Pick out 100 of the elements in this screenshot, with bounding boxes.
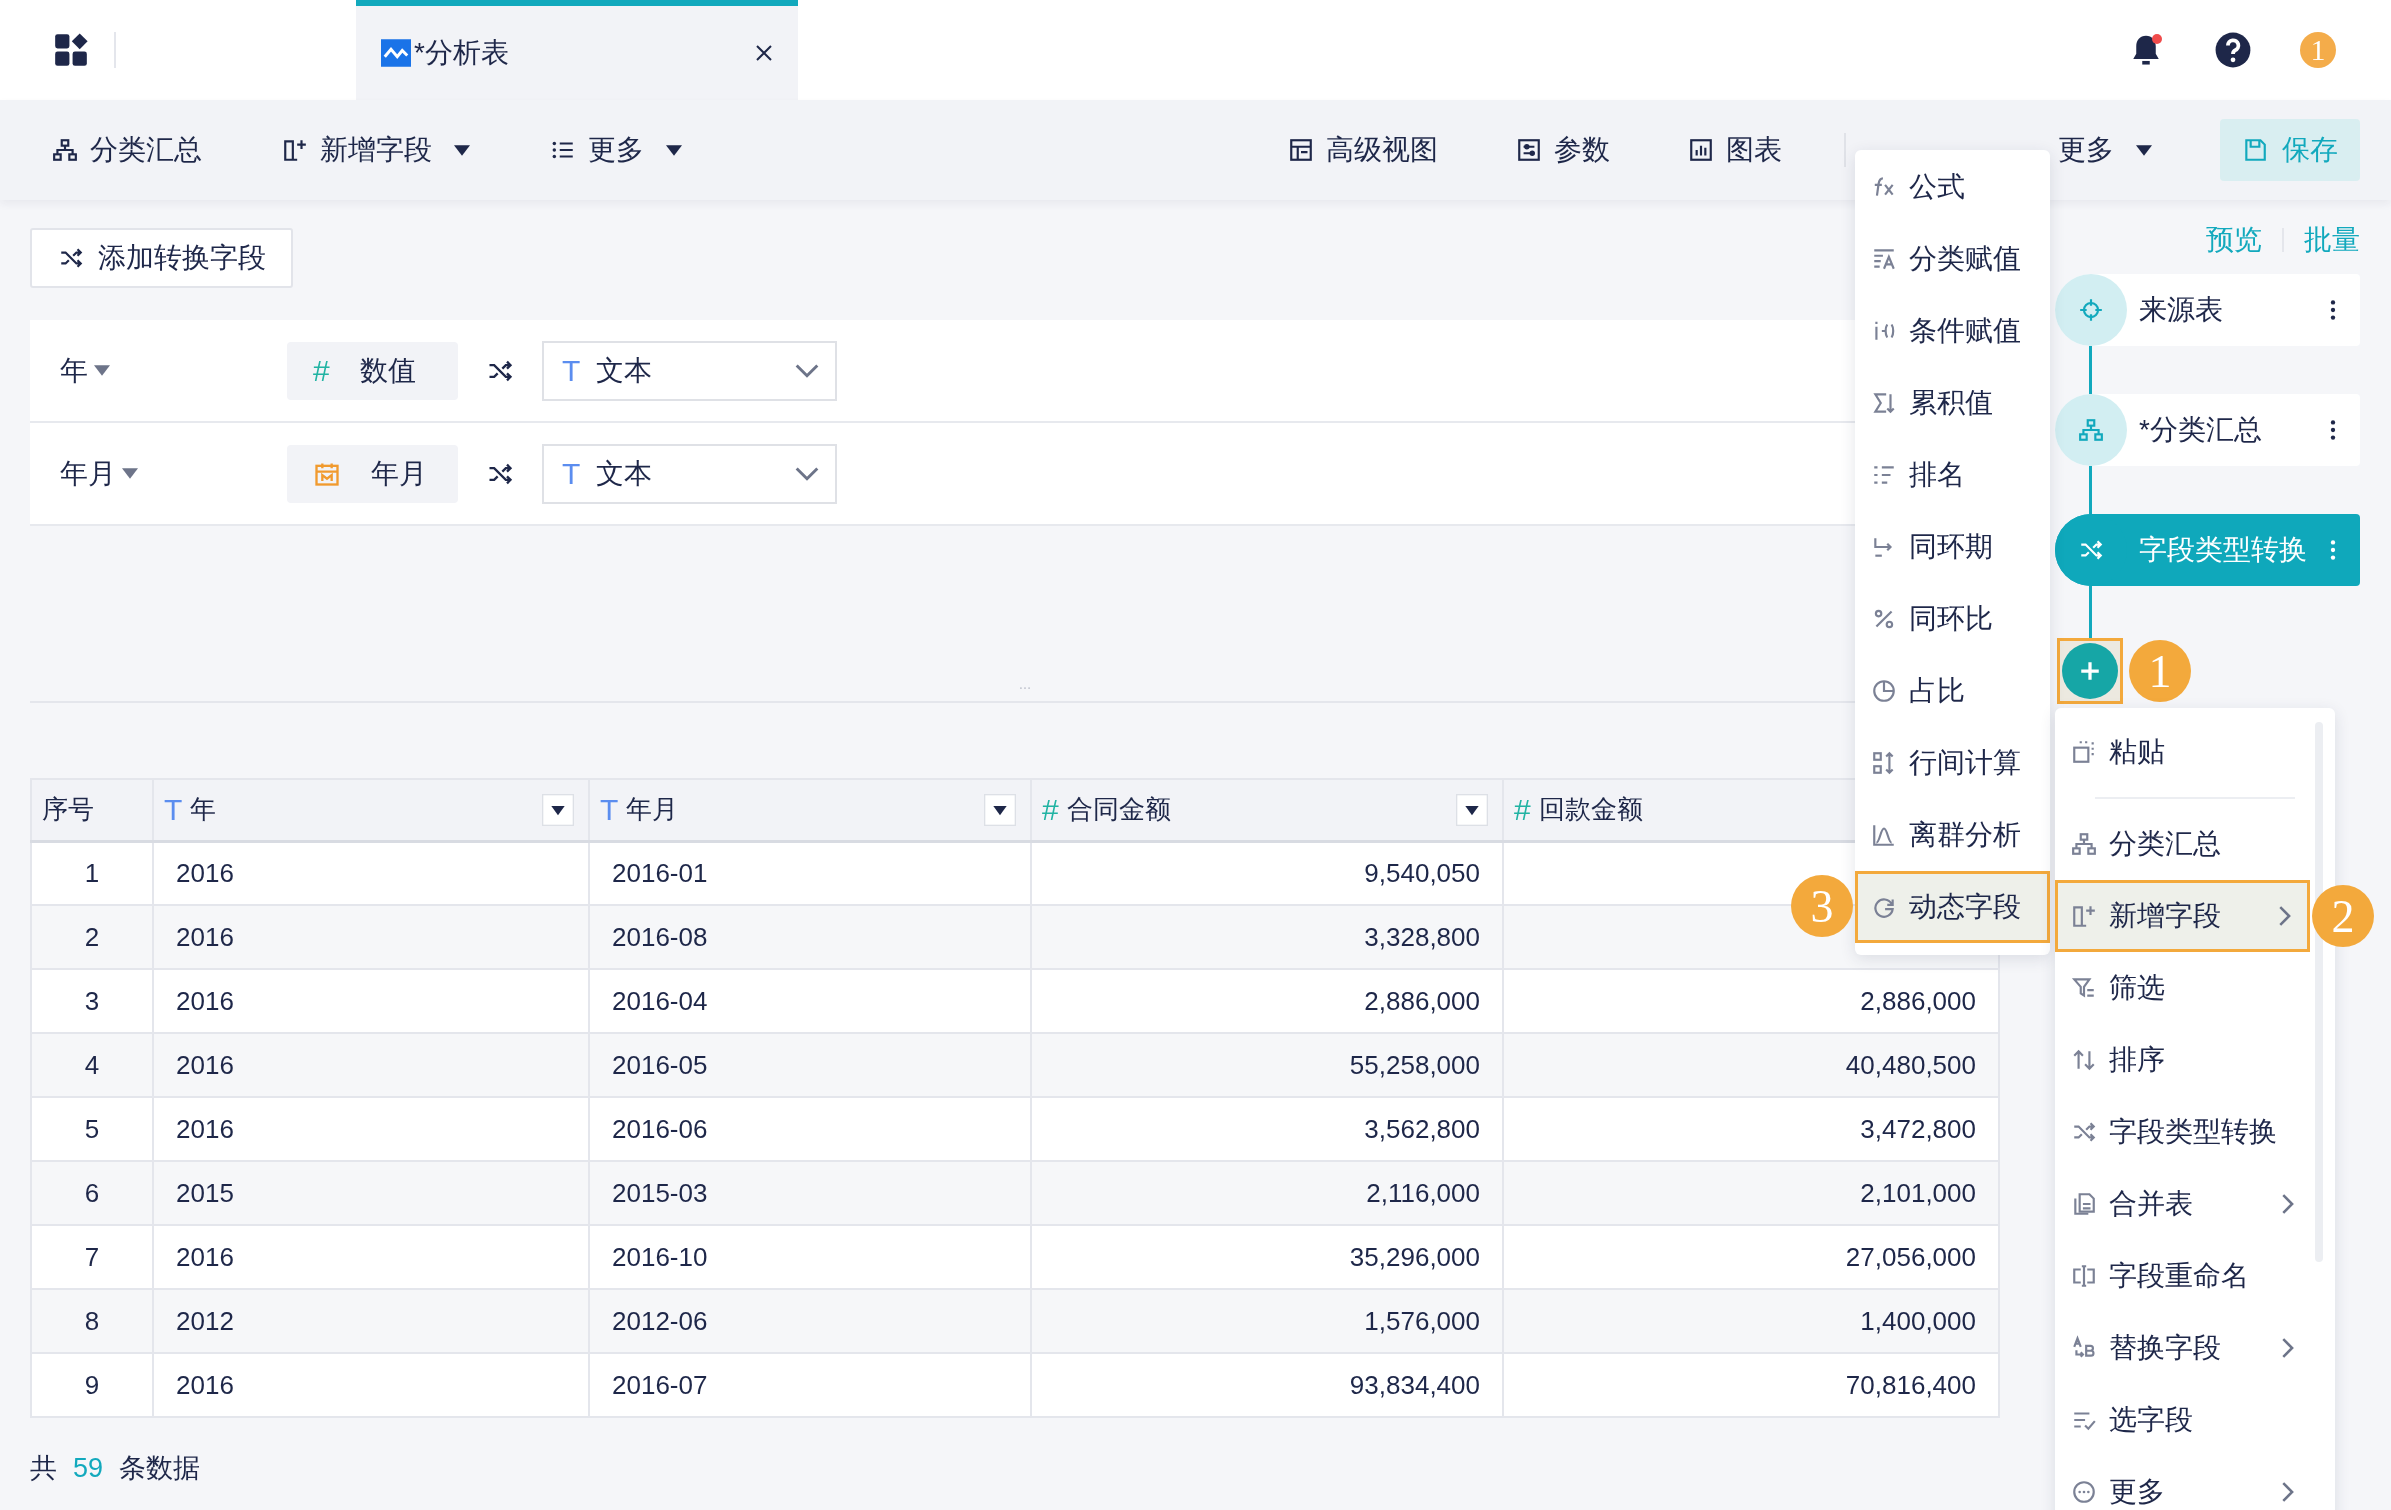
sigma-icon <box>1871 390 1897 416</box>
caret-icon <box>2136 144 2152 156</box>
text-type-mark: T <box>600 792 619 827</box>
step-callout: 1 <box>2129 640 2191 702</box>
menu-item[interactable]: 同环期 <box>1855 511 2050 583</box>
column-filter-button[interactable] <box>984 793 1016 826</box>
flow-node[interactable]: 来源表 <box>2055 274 2360 346</box>
menu-item[interactable]: 选字段 <box>2055 1384 2310 1456</box>
table-cell: 3,472,800 <box>1860 1113 1976 1144</box>
field-dropdown[interactable]: 年月 <box>60 454 287 493</box>
menu-item[interactable]: 离群分析 <box>1855 799 2050 871</box>
table-cell: 2016-10 <box>612 1241 708 1272</box>
chevron-down-icon <box>795 363 819 378</box>
target-type-select[interactable]: T 文本 <box>542 340 837 401</box>
menu-item[interactable]: 新增字段 <box>2055 880 2310 952</box>
rename-icon <box>2071 1263 2097 1289</box>
target-type-label: 文本 <box>596 353 653 388</box>
menu-item[interactable]: 排序 <box>2055 1024 2310 1096</box>
table-cell: 1,576,000 <box>1364 1305 1480 1336</box>
table-cell: 6 <box>84 1177 100 1208</box>
more-icon <box>2071 1479 2097 1505</box>
add-column-icon <box>2071 903 2097 929</box>
toolbar-dropdown[interactable]: 更多 <box>550 131 682 169</box>
caret-icon <box>94 365 110 376</box>
menu-item[interactable]: 行间计算 <box>1855 727 2050 799</box>
table-cell: 2 <box>84 921 100 952</box>
target-type-select[interactable]: T 文本 <box>542 443 837 504</box>
table-cell: 2016 <box>176 857 234 888</box>
table-cell: 2016 <box>176 985 234 1016</box>
table-cell: 9,540,050 <box>1364 857 1480 888</box>
table-cell: 4 <box>84 1049 100 1080</box>
text-type-mark: T <box>164 792 183 827</box>
table-cell: 2016 <box>176 1369 234 1400</box>
table-cell: 9 <box>84 1369 100 1400</box>
table-cell: 2,116,000 <box>1366 1177 1480 1208</box>
table-cell: 2012 <box>176 1305 234 1336</box>
help-icon[interactable] <box>2214 31 2252 69</box>
paste-icon <box>2071 739 2097 765</box>
menu-item[interactable]: 替换字段 <box>2055 1312 2310 1384</box>
menu-item[interactable]: 动态字段 <box>1855 871 2050 943</box>
menu-item[interactable]: 占比 <box>1855 655 2050 727</box>
documents-icon <box>2071 1191 2097 1217</box>
table-cell: 3,328,800 <box>1364 921 1480 952</box>
table-cell: 2016-05 <box>612 1049 708 1080</box>
field-dropdown[interactable]: 年 <box>60 351 287 390</box>
table-cell: 2012-06 <box>612 1305 708 1336</box>
toolbar-button[interactable]: 分类汇总 <box>52 131 202 169</box>
scrollbar[interactable] <box>2315 722 2323 1262</box>
table-cell: 55,258,000 <box>1349 1049 1480 1080</box>
menu-item[interactable]: 分类赋值 <box>1855 223 2050 295</box>
sliders-icon <box>1516 137 1542 163</box>
table-cell: 2,886,000 <box>1860 985 1976 1016</box>
menu-item[interactable]: 分类汇总 <box>2055 808 2310 880</box>
menu-item[interactable]: 公式 <box>1855 151 2050 223</box>
column-label: 序号 <box>42 793 94 827</box>
pie-icon <box>1871 678 1897 704</box>
caret-icon <box>122 468 138 479</box>
toolbar-dropdown[interactable]: 更多 <box>2058 131 2152 169</box>
layout-icon <box>1288 137 1314 163</box>
column-filter-button[interactable] <box>1456 793 1488 826</box>
toolbar-button[interactable]: 参数 <box>1516 131 1610 169</box>
table-cell: 8 <box>84 1305 100 1336</box>
menu-item[interactable]: 条件赋值 <box>1855 295 2050 367</box>
add-conversion-button[interactable]: 添加转换字段 <box>30 228 293 288</box>
source-type-label: 年月 <box>371 456 427 491</box>
record-count: 59 <box>73 1452 104 1485</box>
table-cell: 2016-08 <box>612 921 708 952</box>
toolbar-button[interactable]: 图表 <box>1688 131 1782 169</box>
menu-item[interactable]: 同环比 <box>1855 583 2050 655</box>
save-icon <box>2242 137 2268 163</box>
number-type-mark: # <box>1514 792 1531 827</box>
table-cell: 27,056,000 <box>1845 1241 1976 1272</box>
apps-icon[interactable] <box>52 31 90 69</box>
table-cell: 3 <box>84 985 100 1016</box>
column-label: 年 <box>190 793 217 827</box>
table-cell: 7 <box>84 1241 100 1272</box>
text-type-mark: T <box>562 456 581 491</box>
table-cell: 5 <box>84 1113 100 1144</box>
table-cell: 2016-06 <box>612 1113 708 1144</box>
hierarchy-icon <box>2078 417 2104 443</box>
hierarchy-icon <box>52 137 78 163</box>
column-label: 年月 <box>626 793 679 827</box>
menu-item[interactable]: 筛选 <box>2055 952 2310 1024</box>
category-assign-icon <box>1871 246 1897 272</box>
menu-item[interactable]: 字段重命名 <box>2055 1240 2310 1312</box>
toolbar-dropdown[interactable]: 新增字段 <box>282 131 470 169</box>
toolbar-button[interactable]: 高级视图 <box>1288 131 1438 169</box>
menu-item[interactable]: 累积值 <box>1855 367 2050 439</box>
table-cell: 93,834,400 <box>1349 1369 1480 1400</box>
menu-item[interactable]: 合并表 <box>2055 1168 2310 1240</box>
table-cell: 2016 <box>176 1049 234 1080</box>
menu-item[interactable]: 排名 <box>1855 439 2050 511</box>
menu-item[interactable]: 更多 <box>2055 1456 2310 1510</box>
table-cell: 35,296,000 <box>1349 1241 1480 1272</box>
menu-item[interactable]: 粘贴 <box>2055 716 2310 788</box>
number-type-mark: # <box>1042 792 1059 827</box>
document-tab[interactable]: *分析表 <box>356 0 798 100</box>
flow-node[interactable]: *分类汇总 <box>2055 394 2360 466</box>
column-filter-button[interactable] <box>542 793 574 826</box>
menu-item[interactable]: 字段类型转换 <box>2055 1096 2310 1168</box>
